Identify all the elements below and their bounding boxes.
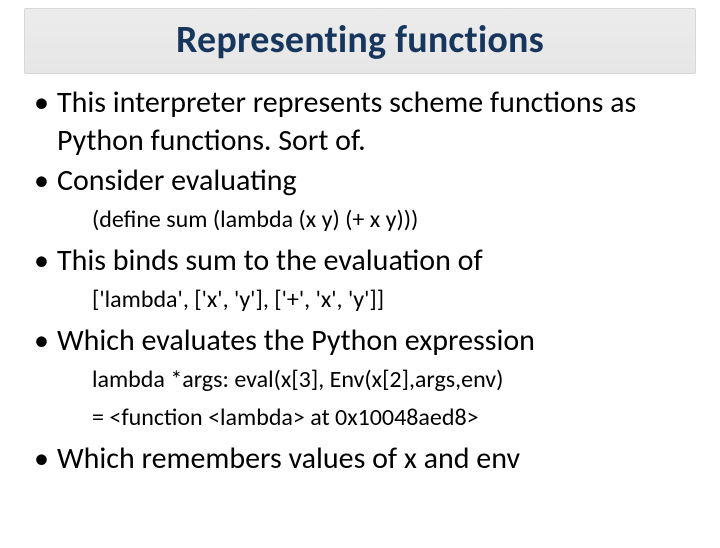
bullet-item: • Consider evaluating <box>34 162 692 200</box>
bullet-text: This binds sum to the evaluation of <box>57 242 483 280</box>
bullet-item: • Which remembers values of x and env <box>34 440 692 478</box>
code-text: ['lambda', ['x', 'y'], ['+', 'x', 'y']] <box>92 285 384 314</box>
bullet-icon: • <box>34 440 49 478</box>
bullet-icon: • <box>34 242 49 280</box>
sub-item: (define sum (lambda (x y) (+ x y))) <box>92 204 692 236</box>
bullet-text: Which remembers values of x and env <box>57 440 520 478</box>
bullet-item: • This interpreter represents scheme fun… <box>34 84 692 160</box>
sub-item: = <function <lambda> at 0x10048aed8> <box>92 402 692 434</box>
slide-title: Representing functions <box>25 17 695 63</box>
bullet-icon: • <box>34 322 49 360</box>
bullet-icon: • <box>34 162 49 200</box>
code-text: lambda *args: eval(x[3], Env(x[2],args,e… <box>92 365 503 394</box>
sub-item: lambda *args: eval(x[3], Env(x[2],args,e… <box>92 364 692 396</box>
bullet-item: • This binds sum to the evaluation of <box>34 242 692 280</box>
title-bar: Representing functions <box>24 8 696 74</box>
sub-item: ['lambda', ['x', 'y'], ['+', 'x', 'y']] <box>92 284 692 316</box>
code-text: (define sum (lambda (x y) (+ x y))) <box>92 205 418 234</box>
bullet-icon: • <box>34 84 49 122</box>
bullet-text: Which evaluates the Python expression <box>57 322 535 360</box>
slide-body: • This interpreter represents scheme fun… <box>0 84 720 478</box>
bullet-text: This interpreter represents scheme funct… <box>57 84 692 160</box>
bullet-text: Consider evaluating <box>57 162 297 200</box>
slide: Representing functions • This interprete… <box>0 8 720 548</box>
bullet-item: • Which evaluates the Python expression <box>34 322 692 360</box>
code-text: = <function <lambda> at 0x10048aed8> <box>92 403 479 432</box>
